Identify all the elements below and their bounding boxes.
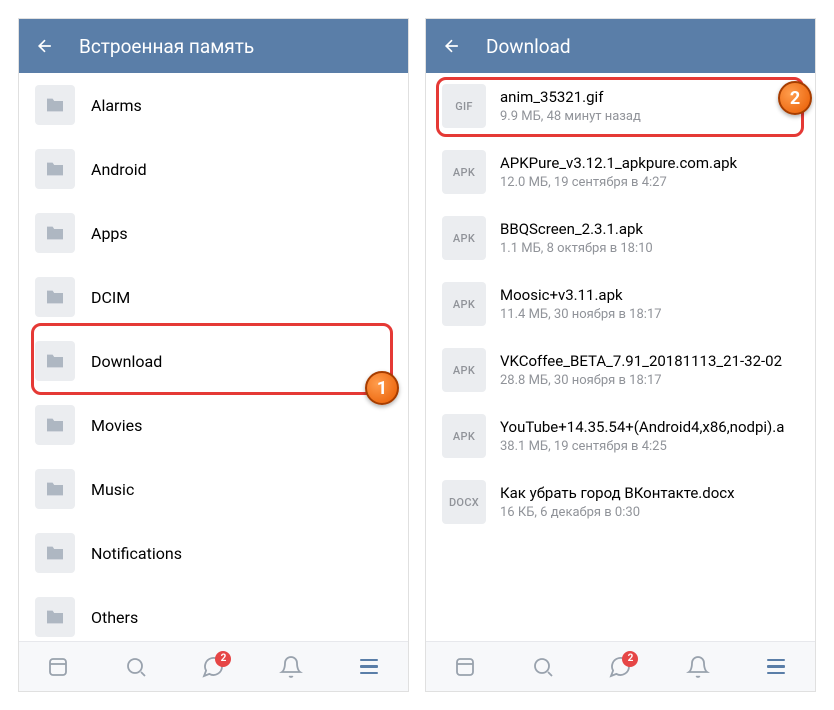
header: Download: [426, 19, 815, 73]
file-info: Как убрать город ВКонтакте.docx 16 КБ, 6…: [500, 484, 735, 520]
list-item[interactable]: DOCX Как убрать город ВКонтакте.docx 16 …: [426, 469, 815, 535]
nav-feed-icon[interactable]: [451, 653, 479, 681]
step-badge-2: 2: [778, 81, 812, 115]
nav-notifications-icon[interactable]: [684, 653, 712, 681]
file-name: BBQScreen_2.3.1.apk: [500, 220, 653, 238]
bottom-nav: 2: [426, 641, 815, 691]
file-list: GIF anim_35321.gif 9.9 МБ, 48 минут наза…: [426, 73, 815, 641]
nav-search-icon[interactable]: [122, 653, 150, 681]
file-meta: 28.8 МБ, 30 ноября в 18:17: [500, 373, 782, 388]
folder-icon: [35, 597, 75, 637]
folder-icon: [35, 341, 75, 381]
file-type-icon: APK: [442, 216, 486, 260]
list-item[interactable]: Apps: [19, 201, 408, 265]
list-item[interactable]: APK VKCoffee_BETA_7.91_20181113_21-32-02…: [426, 337, 815, 403]
nav-menu-icon[interactable]: [762, 653, 790, 681]
phone-right: Download GIF anim_35321.gif 9.9 МБ, 48 м…: [425, 18, 816, 692]
folder-label: Others: [91, 608, 138, 627]
file-type-icon: APK: [442, 414, 486, 458]
file-name: Moosic+v3.11.apk: [500, 286, 662, 304]
list-item[interactable]: APK Moosic+v3.11.apk 11.4 МБ, 30 ноября …: [426, 271, 815, 337]
messages-badge: 2: [622, 651, 638, 667]
folder-label: Apps: [91, 224, 128, 243]
file-meta: 11.4 МБ, 30 ноября в 18:17: [500, 307, 662, 322]
file-name: VKCoffee_BETA_7.91_20181113_21-32-02: [500, 352, 782, 370]
list-item[interactable]: Notifications: [19, 521, 408, 585]
nav-menu-icon[interactable]: [355, 653, 383, 681]
file-name: Как убрать город ВКонтакте.docx: [500, 484, 735, 502]
file-name: APKPure_v3.12.1_apkpure.com.apk: [500, 154, 737, 172]
file-meta: 16 КБ, 6 декабря в 0:30: [500, 505, 735, 520]
folder-label: Notifications: [91, 544, 182, 563]
bottom-nav: 2: [19, 641, 408, 691]
list-item-gif[interactable]: GIF anim_35321.gif 9.9 МБ, 48 минут наза…: [426, 73, 815, 139]
nav-search-icon[interactable]: [529, 653, 557, 681]
folder-icon: [35, 533, 75, 573]
file-info: Moosic+v3.11.apk 11.4 МБ, 30 ноября в 18…: [500, 286, 662, 322]
folder-icon: [35, 405, 75, 445]
list-item[interactable]: APK YouTube+14.35.54+(Android4,x86,nodpi…: [426, 403, 815, 469]
folder-list: Alarms Android Apps DCIM Download Movies…: [19, 73, 408, 641]
list-item[interactable]: Movies: [19, 393, 408, 457]
file-info: VKCoffee_BETA_7.91_20181113_21-32-02 28.…: [500, 352, 782, 388]
file-type-icon: DOCX: [442, 480, 486, 524]
folder-icon: [35, 469, 75, 509]
list-item[interactable]: APK APKPure_v3.12.1_apkpure.com.apk 12.0…: [426, 139, 815, 205]
phone-left: Встроенная память Alarms Android Apps DC…: [18, 18, 409, 692]
file-info: YouTube+14.35.54+(Android4,x86,nodpi).a …: [500, 418, 784, 454]
folder-icon: [35, 149, 75, 189]
list-item[interactable]: APK BBQScreen_2.3.1.apk 1.1 МБ, 8 октябр…: [426, 205, 815, 271]
messages-badge: 2: [215, 651, 231, 667]
list-item-download[interactable]: Download: [19, 329, 408, 393]
file-meta: 12.0 МБ, 19 сентября в 4:27: [500, 175, 737, 190]
file-meta: 38.1 МБ, 19 сентября в 4:25: [500, 439, 784, 454]
nav-feed-icon[interactable]: [44, 653, 72, 681]
back-arrow-icon[interactable]: [442, 36, 462, 56]
file-name: YouTube+14.35.54+(Android4,x86,nodpi).a: [500, 418, 784, 436]
page-title: Download: [486, 35, 571, 58]
header: Встроенная память: [19, 19, 408, 73]
file-type-icon: APK: [442, 150, 486, 194]
folder-label: Download: [91, 352, 162, 371]
file-type-icon: APK: [442, 282, 486, 326]
file-type-icon: APK: [442, 348, 486, 392]
file-name: anim_35321.gif: [500, 88, 641, 106]
nav-messages-icon[interactable]: 2: [199, 653, 227, 681]
file-meta: 9.9 МБ, 48 минут назад: [500, 109, 641, 124]
folder-icon: [35, 85, 75, 125]
nav-notifications-icon[interactable]: [277, 653, 305, 681]
file-info: anim_35321.gif 9.9 МБ, 48 минут назад: [500, 88, 641, 124]
list-item[interactable]: Android: [19, 137, 408, 201]
folder-icon: [35, 213, 75, 253]
file-meta: 1.1 МБ, 8 октября в 18:10: [500, 241, 653, 256]
folder-icon: [35, 277, 75, 317]
folder-label: Movies: [91, 416, 142, 435]
list-item[interactable]: Music: [19, 457, 408, 521]
step-badge-1: 1: [365, 371, 399, 405]
back-arrow-icon[interactable]: [35, 36, 55, 56]
folder-label: Music: [91, 480, 134, 499]
list-item[interactable]: Others: [19, 585, 408, 641]
file-info: BBQScreen_2.3.1.apk 1.1 МБ, 8 октября в …: [500, 220, 653, 256]
file-type-icon: GIF: [442, 84, 486, 128]
list-item[interactable]: Alarms: [19, 73, 408, 137]
folder-label: Android: [91, 160, 147, 179]
folder-label: DCIM: [91, 288, 130, 307]
file-info: APKPure_v3.12.1_apkpure.com.apk 12.0 МБ,…: [500, 154, 737, 190]
nav-messages-icon[interactable]: 2: [606, 653, 634, 681]
page-title: Встроенная память: [79, 35, 254, 58]
list-item[interactable]: DCIM: [19, 265, 408, 329]
folder-label: Alarms: [91, 96, 142, 115]
